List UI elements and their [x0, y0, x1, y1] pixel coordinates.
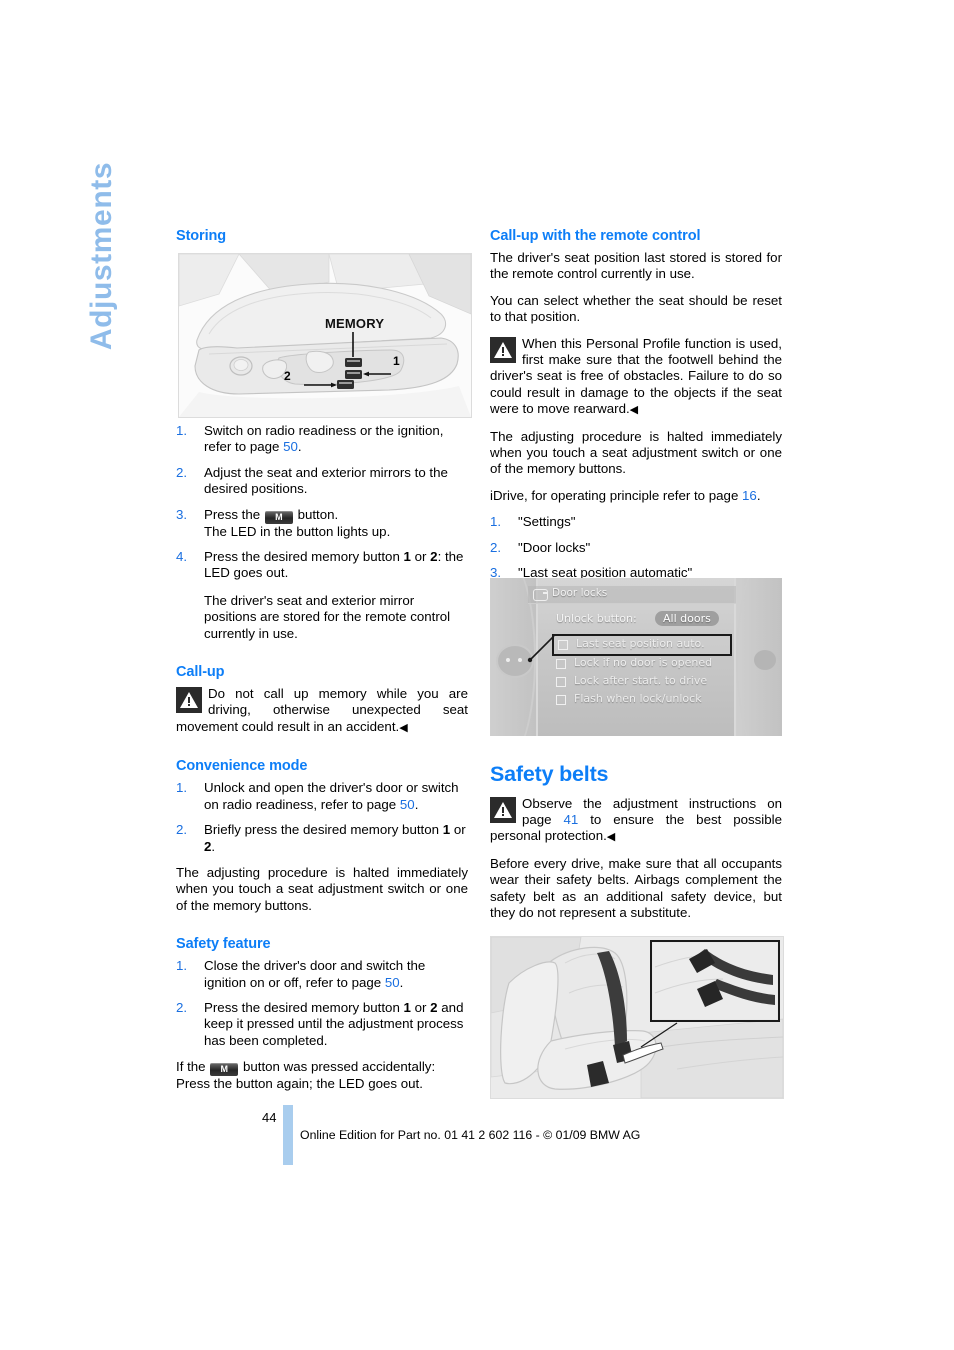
callout-2: 2: [284, 369, 291, 383]
manual-page: Adjustments Storing Switch on radio read…: [0, 0, 954, 1350]
warning-end-mark: ◀: [629, 404, 638, 417]
page-link[interactable]: 41: [564, 812, 579, 827]
safety-belt-svg: [491, 937, 783, 1098]
footer-accent-bar: [283, 1105, 293, 1165]
idrive-intro: iDrive, for operating principle refer to…: [490, 487, 761, 503]
footer-edition-text: Online Edition for Part no. 01 41 2 602 …: [300, 1128, 641, 1142]
chapter-tab-adjustments: Adjustments: [85, 161, 118, 351]
heading-safety-feature: Safety feature: [176, 936, 271, 953]
idrive-pointer-line: [527, 635, 555, 663]
step-text: Press the M button.: [204, 506, 339, 524]
step-text: Adjust the seat and exterior mirrors to …: [204, 464, 448, 497]
page-link[interactable]: 50: [385, 975, 400, 990]
figure-credit: [466, 412, 470, 413]
step-text: Press the desired memory button 1 or 2 a…: [204, 999, 464, 1048]
callup-remote-para-1: The driver's seat position last stored i…: [490, 250, 782, 282]
warning-safety-belts: Observe the adjustment instructions on p…: [490, 796, 782, 846]
step-text: Switch on radio readiness or the ignitio…: [204, 423, 444, 455]
callup-remote-para-2: You can select whether the seat should b…: [490, 292, 782, 325]
page-number: 44: [262, 1110, 277, 1125]
safety-feature-steps: Close the driver's door and switch the i…: [176, 958, 468, 1049]
memory-m-button-icon: M: [264, 510, 293, 524]
warning-end-mark: ◀: [399, 721, 408, 734]
menu-step-text: "Door locks": [518, 539, 591, 555]
list-item: Close the driver's door and switch the i…: [176, 958, 468, 991]
safety-feature-note: If the M button was pressed accidentally…: [176, 1059, 436, 1092]
heading-safety-belts: Safety belts: [490, 761, 609, 786]
step-text: Press the desired memory button 1 or 2: …: [204, 549, 464, 581]
convenience-steps: Unlock and open the driver's door or swi…: [176, 780, 468, 855]
memory-m-button-icon: M: [210, 1063, 239, 1077]
safety-belts-para: Before every drive, make sure that all o…: [490, 855, 782, 920]
step-text-second-line: The LED in the button lights up.: [204, 523, 391, 539]
warning-call-up: Do not call up memory while you are driv…: [176, 686, 468, 736]
menu-step-text: "Settings": [518, 514, 576, 530]
page-link[interactable]: 50: [283, 439, 298, 454]
heading-call-up: Call-up: [176, 664, 225, 681]
figure-credit: [778, 1093, 782, 1094]
convenience-note: The adjusting procedure is halted immedi…: [176, 864, 468, 913]
storing-steps: Switch on radio readiness or the ignitio…: [176, 423, 468, 642]
seat-illustration-svg: [179, 254, 471, 417]
page-link[interactable]: 16: [742, 488, 757, 503]
safety-belt-illustration: [491, 937, 783, 1098]
list-item: "Door locks": [490, 539, 782, 557]
memory-label: MEMORY: [325, 316, 385, 331]
heading-convenience-mode: Convenience mode: [176, 758, 308, 775]
list-item: Press the desired memory button 1 or 2: …: [176, 549, 468, 642]
callout-1: 1: [393, 354, 400, 368]
heading-call-up-remote: Call-up with the remote control: [490, 228, 701, 244]
warning-personal-profile: When this Personal Profile function is u…: [490, 336, 782, 419]
warning-text: Do not call up memory while you are driv…: [176, 686, 468, 734]
figure-safety-belt: [490, 936, 784, 1099]
figure-idrive-door-locks: Door locks Unlock button: All doors Last…: [490, 578, 782, 736]
list-item: Adjust the seat and exterior mirrors to …: [176, 465, 468, 498]
step-text: Briefly press the desired memory button …: [204, 822, 466, 854]
warning-triangle-icon: [490, 796, 516, 823]
idrive-screen: Door locks Unlock button: All doors Last…: [490, 578, 782, 736]
warning-triangle-icon: [490, 336, 516, 363]
list-item: Unlock and open the driver's door or swi…: [176, 780, 468, 813]
list-item: Briefly press the desired memory button …: [176, 822, 468, 855]
list-item: Press the M button. The LED in the butto…: [176, 507, 468, 540]
list-item: "Settings": [490, 514, 782, 531]
warning-triangle-icon: [176, 687, 202, 714]
step-extra-paragraph: The driver's seat and exterior mirror po…: [204, 592, 451, 641]
heading-storing: Storing: [176, 228, 227, 244]
list-item: Press the desired memory button 1 or 2 a…: [176, 1000, 468, 1049]
page-link[interactable]: 50: [400, 797, 415, 812]
step-text: Unlock and open the driver's door or swi…: [204, 780, 459, 812]
idrive-menu-steps: "Settings" "Door locks" "Last seat posit…: [490, 514, 782, 582]
seat-illustration: MEMORY 1 2: [179, 254, 471, 417]
callup-remote-para-3: The adjusting procedure is halted immedi…: [490, 428, 782, 477]
figure-seat-memory-buttons: MEMORY 1 2: [178, 253, 472, 418]
warning-end-mark: ◀: [606, 831, 615, 844]
step-text: Close the driver's door and switch the i…: [204, 958, 426, 990]
list-item: Switch on radio readiness or the ignitio…: [176, 423, 468, 456]
